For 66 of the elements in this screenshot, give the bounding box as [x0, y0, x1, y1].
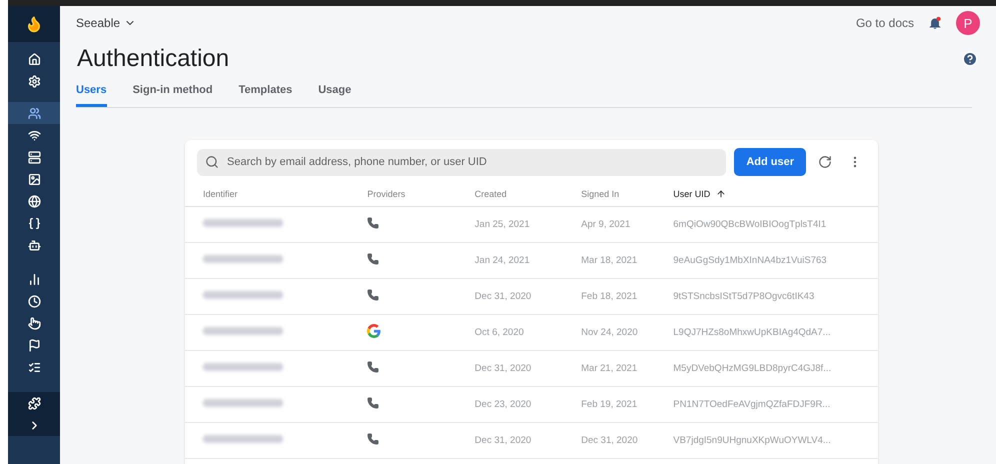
user-uid: PN1N7TOedFeAVgjmQZfaFDJF9R... [673, 399, 830, 410]
home-icon [28, 52, 40, 66]
signed-in-date: Feb 19, 2021 [581, 399, 638, 410]
project-selector[interactable]: Seeable [76, 16, 136, 30]
page-title: Authentication [76, 45, 230, 73]
signed-in-date: Mar 18, 2021 [581, 255, 638, 266]
search-icon [205, 155, 219, 169]
list-icon [28, 360, 40, 374]
sidebar-item[interactable] [8, 392, 60, 414]
braces-icon [28, 216, 40, 230]
globe-icon [28, 194, 40, 208]
user-uid: 6mQiOw90QBcBWoIBIOogTplsT4I1 [673, 219, 826, 230]
puzzle-icon [28, 396, 40, 410]
flag-icon [28, 338, 40, 352]
tab[interactable]: Sign-in method [132, 78, 213, 107]
user-uid: 9tSTSncbsIStT5d7P8Ogvc6tIK43 [673, 291, 814, 302]
signed-in-date: Feb 18, 2021 [581, 291, 638, 302]
signed-in-date: Apr 9, 2021 [581, 219, 630, 230]
signed-in-date: Dec 31, 2020 [581, 435, 638, 446]
users-icon [28, 106, 40, 120]
user-uid: M5yDVebQHzMG9LBD8pyrC4GJ8f... [673, 363, 832, 374]
created-date: Oct 6, 2020 [474, 327, 524, 338]
search-input[interactable]: Search by email address, phone number, or user UID [225, 155, 718, 169]
pointer-icon [28, 316, 40, 330]
column-header[interactable]: Signed In [581, 189, 620, 199]
created-date: Jan 24, 2021 [474, 255, 530, 266]
created-date: Jan 25, 2021 [474, 219, 530, 230]
flame-logo-icon[interactable] [25, 15, 43, 33]
phone-icon [367, 289, 380, 301]
robot-icon [28, 238, 40, 252]
help-icon[interactable] [962, 51, 978, 67]
created-date: Dec 31, 2020 [474, 363, 532, 374]
settings-icon [28, 74, 40, 88]
user-uid: 9eAuGgSdy1MbXInNA4bz1VuiS763 [673, 255, 827, 266]
sort-arrow-icon [716, 189, 726, 199]
phone-icon [367, 397, 380, 409]
search-field[interactable]: Search by email address, phone number, or user UID [197, 148, 726, 176]
column-header[interactable]: Identifier [203, 189, 238, 199]
signal-icon [28, 128, 40, 142]
user-uid: VB7jdgI5n9UHgnuXKpWuOYWLV4... [673, 435, 831, 446]
created-date: Dec 31, 2020 [474, 435, 532, 446]
signed-in-date: Mar 21, 2021 [581, 363, 638, 374]
created-date: Dec 31, 2020 [474, 291, 532, 302]
signed-in-date: Nov 24, 2020 [581, 327, 638, 338]
column-header[interactable]: Created [474, 189, 507, 199]
phone-icon [367, 217, 380, 229]
add-user-button[interactable]: Add user [734, 148, 806, 176]
created-date: Dec 23, 2020 [474, 399, 532, 410]
user-uid: L9QJ7HZs8oMhxwUpKBIAg4QdA7... [673, 327, 831, 338]
tab[interactable]: Templates [238, 78, 292, 107]
tab[interactable]: Users [76, 78, 107, 107]
column-header[interactable]: Providers [367, 189, 406, 199]
server-icon [28, 150, 40, 164]
bar-chart-icon [28, 272, 40, 286]
column-header[interactable]: User UID [673, 189, 726, 199]
user-avatar[interactable]: P [956, 11, 980, 35]
phone-icon [367, 253, 380, 265]
phone-icon [367, 361, 380, 373]
docs-link[interactable]: Go to docs [856, 16, 914, 30]
clock-icon [28, 294, 40, 308]
refresh-icon [818, 155, 832, 169]
tab[interactable]: Usage [318, 78, 352, 107]
google-icon [367, 324, 382, 338]
image-icon [28, 172, 40, 186]
bell-icon[interactable] [928, 16, 942, 30]
phone-icon [367, 433, 380, 445]
